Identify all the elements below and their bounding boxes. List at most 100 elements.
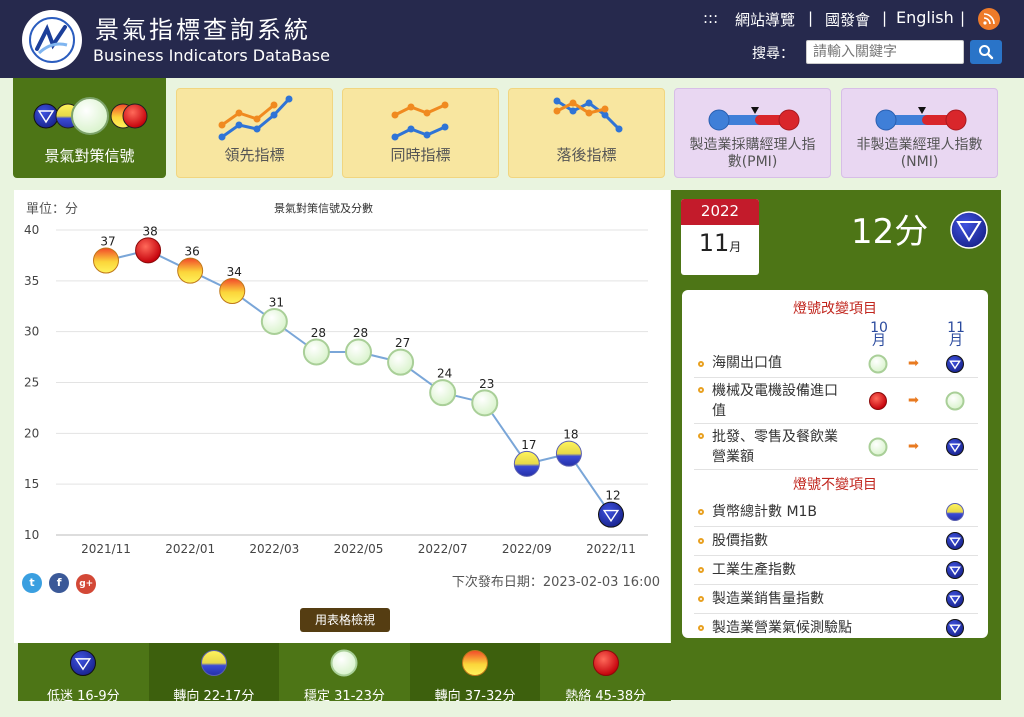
legend-label: 穩定 31-23分 <box>304 689 385 704</box>
unchanged-indicator-row[interactable]: 製造業營業氣候測驗點 <box>694 614 978 638</box>
y-tick-label: 15 <box>24 477 39 491</box>
sitemap-link[interactable]: 網站導覽 <box>735 9 795 30</box>
legend-item-red: 熱絡 45-38分 <box>540 643 671 704</box>
accesskey-link[interactable]: ::: <box>703 9 718 27</box>
changed-indicator-row[interactable]: 機械及電機設備進口值 ➡ <box>694 378 978 424</box>
english-link[interactable]: English <box>896 8 954 27</box>
indicator-name: 工業生產指數 <box>712 562 796 578</box>
to-signal-blue-icon <box>946 355 964 373</box>
bullet-icon <box>698 509 704 515</box>
rss-icon[interactable] <box>978 8 1000 30</box>
google-plus-icon[interactable]: g+ <box>76 574 97 594</box>
data-point <box>471 389 499 417</box>
legend-green-icon <box>330 649 358 677</box>
calendar-year: 2022 <box>681 199 759 225</box>
signal-blue-icon <box>946 561 964 579</box>
site-logo[interactable] <box>22 10 82 70</box>
signal-yellow-blue-icon-light <box>946 503 964 521</box>
to-signal-green-icon <box>945 391 965 411</box>
twitter-icon[interactable]: t <box>22 572 42 593</box>
coincident-chart-icon <box>391 101 449 141</box>
facebook-icon[interactable]: f <box>49 572 70 593</box>
legend-item-yellow-blue: 轉向 22-17分 <box>148 643 280 704</box>
calendar-badge: 2022 11月 <box>681 199 759 275</box>
unchanged-indicator-row[interactable]: 股價指數 <box>694 527 978 556</box>
legend-yellow-blue-icon <box>200 650 227 676</box>
thermometer-icon <box>708 107 800 131</box>
legend-blue-icon <box>70 650 97 676</box>
thermometer-icon <box>875 107 967 131</box>
site-title: 景氣指標查詢系統 <box>95 16 311 44</box>
legend-red-icon-light <box>592 650 619 676</box>
calendar-month: 11月 <box>698 229 742 257</box>
bullet-icon <box>698 596 704 602</box>
unchanged-indicator-row[interactable]: 貨幣總計數 M1B <box>694 498 978 527</box>
search-label: 搜尋： <box>752 46 794 62</box>
signal-blue-icon-light <box>946 619 964 637</box>
changed-indicator-row[interactable]: 批發、零售及餐飲業營業額 ➡ <box>694 424 978 470</box>
data-point <box>260 308 288 335</box>
data-point <box>387 348 415 376</box>
unchanged-indicator-row[interactable]: 工業生產指數 <box>694 556 978 585</box>
x-tick-label: 2022/03 <box>249 542 299 556</box>
to-signal-blue-icon-light <box>946 438 964 456</box>
ndc-logo-icon <box>29 17 75 63</box>
view-as-table-button[interactable]: 用表格檢視 <box>300 608 390 632</box>
data-point <box>302 338 330 366</box>
legend-yellow-red-icon <box>462 650 489 676</box>
arrow-right-icon: ➡ <box>908 393 919 408</box>
tab-leading-index[interactable]: 領先指標 <box>176 88 333 178</box>
to-signal-blue-icon-light <box>946 355 964 373</box>
bullet-icon <box>698 433 704 439</box>
x-tick-label: 2022/07 <box>418 542 468 556</box>
tab-pmi[interactable]: 製造業採購經理人指數(PMI) <box>674 88 831 178</box>
search-input[interactable] <box>806 40 964 64</box>
unchanged-indicator-row[interactable]: 製造業銷售量指數 <box>694 585 978 614</box>
data-point <box>135 237 162 264</box>
indicator-name: 製造業銷售量指數 <box>712 591 824 607</box>
bullet-icon <box>698 538 704 544</box>
x-tick-label: 2022/09 <box>502 542 552 556</box>
search-button[interactable] <box>970 40 1002 64</box>
signal-line-chart: 10 15 20 25 30 35 40 2021/11 2022/01 2022/03 2022/… <box>24 223 648 556</box>
data-point <box>177 257 204 284</box>
y-tick-label: 20 <box>24 426 39 440</box>
share-bar: t f g+ <box>22 571 98 594</box>
indicator-name: 製造業營業氣候測驗點 <box>712 620 852 636</box>
legend-blue-icon-light <box>70 650 97 676</box>
to-signal-blue-icon <box>946 438 964 456</box>
data-label: 28 <box>353 326 368 340</box>
signal-blue-icon <box>946 532 964 550</box>
signal-legend: 低迷 16-9分 轉向 22-17分 穩定 31-23分 轉向 37-32分 熱絡 45… <box>18 643 671 704</box>
tab-label: 同時指標 <box>390 146 451 164</box>
tab-coincident-index[interactable]: 同時指標 <box>342 88 499 178</box>
changed-items-heading: 燈號改變項目 <box>793 301 877 317</box>
x-tick-label: 2021/11 <box>81 542 131 556</box>
x-tick-label: 2022/05 <box>334 542 384 556</box>
data-point <box>513 450 540 477</box>
legend-label: 熱絡 45-38分 <box>565 689 647 704</box>
tab-lagging-index[interactable]: 落後指標 <box>508 88 665 178</box>
data-label: 37 <box>100 235 115 249</box>
legend-yellow-red-icon-light <box>462 650 489 676</box>
tab-business-signal[interactable]: 景氣對策信號 <box>13 78 166 178</box>
indicator-name: 股價指數 <box>712 533 768 549</box>
current-signal-blue-icon <box>950 211 988 249</box>
ndc-link[interactable]: 國發會 <box>825 9 870 30</box>
data-label: 24 <box>437 367 452 381</box>
tab-label: 落後指標 <box>556 146 617 164</box>
signal-blue-icon <box>946 590 964 608</box>
signal-yellow-blue-icon <box>946 503 964 521</box>
legend-item-yellow-red: 轉向 37-32分 <box>409 643 541 704</box>
legend-green-icon-light <box>330 649 358 677</box>
bullet-icon <box>698 625 704 631</box>
site-header: 景氣指標查詢系統 Business Indicators DataBase ::… <box>0 0 1024 78</box>
legend-label: 低迷 16-9分 <box>46 689 120 704</box>
y-tick-label: 10 <box>24 528 39 542</box>
changed-indicator-row[interactable]: 海關出口值 ➡ <box>694 350 978 378</box>
tab-nmi[interactable]: 非製造業經理人指數(NMI) <box>841 88 998 178</box>
y-tick-label: 30 <box>24 325 39 339</box>
data-point <box>345 338 372 366</box>
y-tick-label: 25 <box>24 376 39 390</box>
data-point <box>598 501 624 528</box>
